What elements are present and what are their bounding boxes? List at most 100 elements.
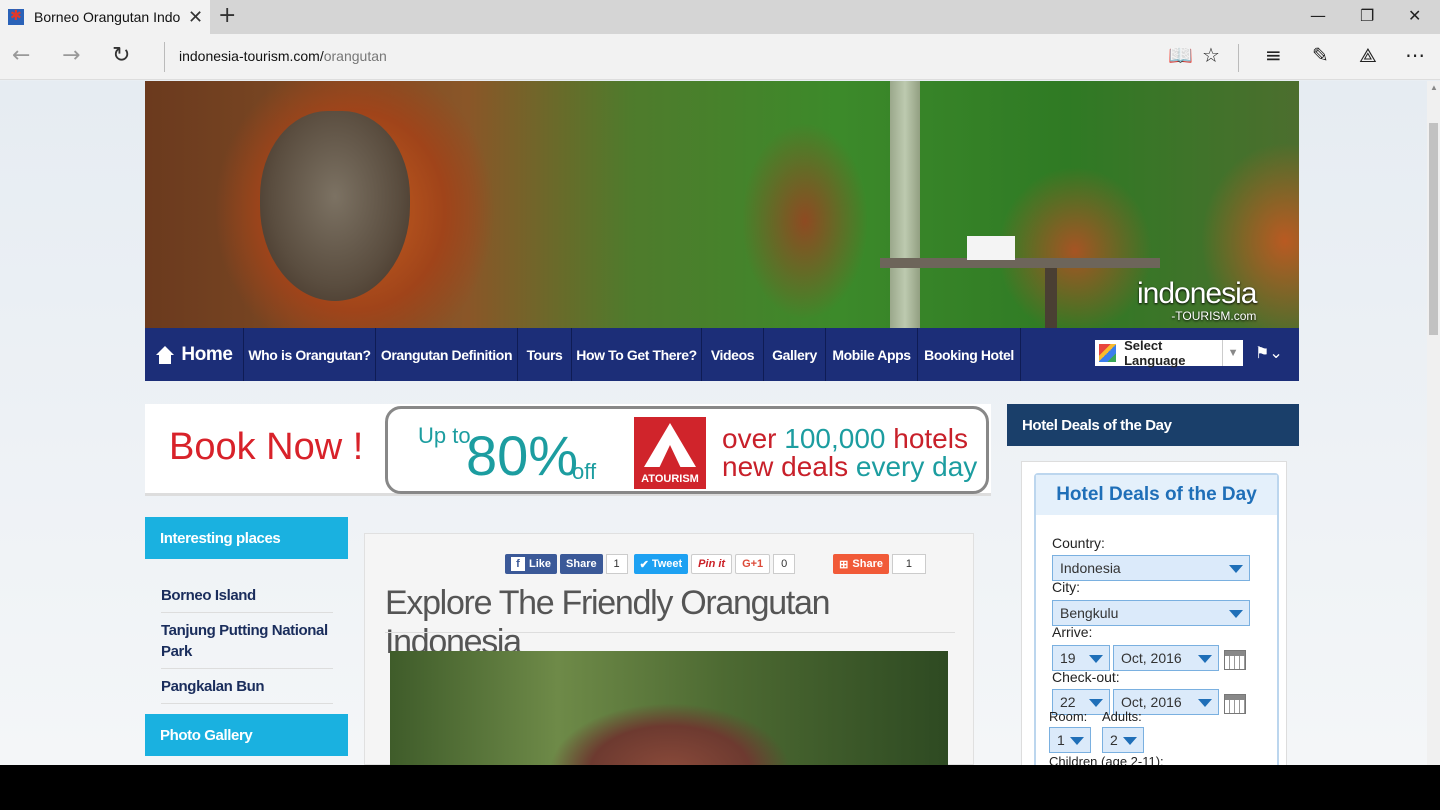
page-scrollbar[interactable]: ▲ [1427,81,1440,765]
google-translate-icon [1099,344,1117,362]
book-now-text: Book Now ! [169,426,364,468]
hotel-deals-widget: Hotel Deals of the Day Country: Indonesi… [1034,473,1279,765]
share-button[interactable]: ⊞ Share [833,554,889,574]
site-favicon-icon [8,8,24,25]
arrive-calendar-icon[interactable] [1224,650,1246,670]
photo-gallery-header[interactable]: Photo Gallery [145,714,348,756]
facebook-like-button[interactable]: f Like [505,554,558,574]
tab-bar: Borneo Orangutan Indo ✕ + — ❐ ✕ [0,0,1440,34]
social-share-row: f Like Share 1 ✔ Tweet Pin it G+1 0 ⊞ Share… [505,554,932,574]
country-select[interactable]: Indonesia [1052,555,1250,581]
banner-tree-trunk [890,81,920,328]
banner-feeding-platform [880,258,1160,268]
nav-mobile-apps[interactable]: Mobile Apps [826,328,918,381]
arrive-day-select[interactable]: 19 [1052,645,1110,671]
arrive-label: Arrive: [1052,624,1093,640]
nav-gallery[interactable]: Gallery [764,328,826,381]
widget-title: Hotel Deals of the Day [1036,475,1277,515]
checkout-calendar-icon[interactable] [1224,694,1246,714]
home-icon [155,345,175,364]
scroll-up-icon[interactable]: ▲ [1430,83,1438,92]
toolbar-divider [1238,44,1239,72]
dropdown-arrow-icon [1229,610,1243,618]
nav-home[interactable]: Home [145,328,244,381]
place-pangkalan-bun[interactable]: Pangkalan Bun [161,669,333,704]
close-window-icon[interactable]: ✕ [1408,6,1421,25]
facebook-share-button[interactable]: Share [560,554,603,574]
twitter-bird-icon: ✔ [639,558,649,571]
interesting-places-list: Borneo Island Tanjung Putting National P… [161,578,333,704]
orangutan-banner: indonesia -TOURISM.com [145,81,1299,328]
forward-arrow-icon[interactable]: → [62,43,80,68]
nav-booking-hotel[interactable]: Booking Hotel [918,328,1021,381]
dropdown-arrow-icon [1198,655,1212,663]
scrollbar-thumb[interactable] [1429,123,1438,335]
google-plus-button[interactable]: G+1 [735,554,771,574]
new-tab-icon[interactable]: + [218,3,236,28]
tweet-button[interactable]: ✔ Tweet [633,554,689,574]
room-label: Room: [1049,709,1088,724]
hub-icon[interactable]: ≡ [1265,43,1282,67]
adults-select[interactable]: 2 [1102,727,1144,753]
city-select[interactable]: Bengkulu [1052,600,1250,626]
address-field[interactable]: indonesia-tourism.com/orangutan [179,48,387,64]
nav-videos[interactable]: Videos [702,328,764,381]
favorite-star-icon[interactable]: ☆ [1202,43,1220,67]
article-divider [385,632,955,633]
reading-view-icon[interactable]: 📖 [1168,43,1193,67]
checkout-label: Check-out: [1052,669,1120,685]
pin-it-button[interactable]: Pin it [691,554,733,574]
nav-orangutan-definition[interactable]: Orangutan Definition [376,328,518,381]
watermark-main: indonesia [1137,277,1257,310]
promo-banner[interactable]: Book Now ! Up to 80% off ATOURISM over 1… [145,404,991,496]
more-icon[interactable]: ⋯ [1405,43,1425,67]
atourism-logo-mark-icon [644,423,696,467]
dropdown-arrow-icon [1089,699,1103,707]
banner-white-box [967,236,1015,260]
interesting-places-header: Interesting places [145,517,348,559]
promo-offer-box: Up to 80% off ATOURISM over 100,000 hote… [385,406,989,494]
close-tab-icon[interactable]: ✕ [188,7,203,28]
place-tanjung-putting[interactable]: Tanjung Putting National Park [161,613,333,669]
country-label: Country: [1052,535,1105,551]
atourism-logo: ATOURISM [634,417,706,489]
article-orangutan-photo [390,651,948,765]
address-divider [164,42,165,72]
promo-line-2: new deals every day [722,451,978,482]
facebook-share-count: 1 [605,554,628,574]
restore-icon[interactable]: ❐ [1360,6,1374,25]
flag-menu-icon[interactable]: ⚑⌄ [1255,343,1283,362]
language-select[interactable]: Select Language ▼ [1095,338,1243,368]
dropdown-arrow-icon [1089,655,1103,663]
language-label: Select Language [1124,338,1186,368]
children-label: Children (age 2-11): [1049,754,1164,765]
nav-who-is-orangutan[interactable]: Who is Orangutan? [244,328,376,381]
arrive-month-select[interactable]: Oct, 2016 [1113,645,1219,671]
dropdown-arrow-icon: ▼ [1222,340,1243,366]
nav-how-to-get-there[interactable]: How To Get There? [572,328,702,381]
place-borneo-island[interactable]: Borneo Island [161,578,333,613]
bottom-black-bar [0,765,1440,810]
page-viewport: indonesia -TOURISM.com Home Who is Orang… [0,81,1427,765]
url-path: orangutan [323,48,387,64]
dropdown-arrow-icon [1070,737,1084,745]
address-bar-row: ← → ↻ indonesia-tourism.com/orangutan 📖 … [0,34,1440,80]
room-select[interactable]: 1 [1049,727,1091,753]
share-icon[interactable]: ⟁ [1359,43,1377,67]
dropdown-arrow-icon [1198,699,1212,707]
site-nav: Home Who is Orangutan? Orangutan Definit… [145,328,1299,381]
hotel-deals-header: Hotel Deals of the Day [1007,404,1299,446]
minimize-icon[interactable]: — [1310,6,1326,25]
atourism-logo-text: ATOURISM [641,473,699,485]
article-card: f Like Share 1 ✔ Tweet Pin it G+1 0 ⊞ Share… [364,533,974,765]
dropdown-arrow-icon [1229,565,1243,573]
watermark-sub: -TOURISM.com [1171,309,1257,323]
plus-box-icon: ⊞ [839,558,849,571]
promo-up-to: Up to [418,423,471,448]
promo-off: off [572,459,597,484]
refresh-icon[interactable]: ↻ [112,43,130,68]
browser-tab[interactable]: Borneo Orangutan Indo ✕ [0,0,210,34]
nav-tours[interactable]: Tours [518,328,572,381]
back-arrow-icon[interactable]: ← [12,43,30,68]
web-note-icon[interactable]: ✎ [1312,43,1329,67]
